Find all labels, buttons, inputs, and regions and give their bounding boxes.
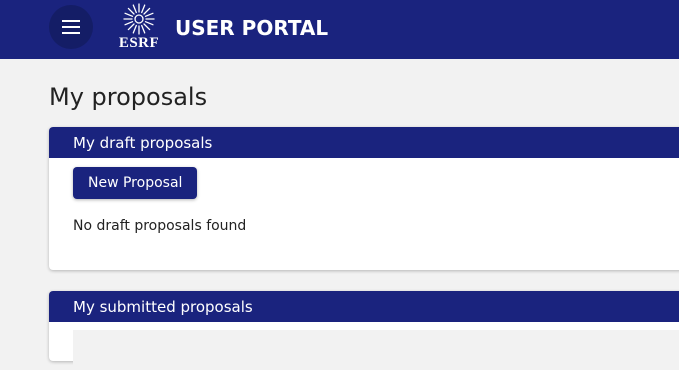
page-title: My proposals: [49, 83, 208, 111]
draft-proposals-header: My draft proposals: [49, 127, 679, 158]
submitted-proposals-header: My submitted proposals: [49, 291, 679, 322]
starburst-icon: [123, 3, 155, 35]
logo-text: ESRF: [118, 35, 160, 51]
empty-drafts-message: No draft proposals found: [73, 218, 247, 234]
submitted-proposals-list: [73, 330, 679, 370]
submitted-proposals-card: My submitted proposals: [49, 291, 679, 370]
draft-proposals-card: My draft proposals New Proposal No draft…: [49, 127, 679, 270]
new-proposal-button[interactable]: New Proposal: [73, 167, 198, 199]
menu-button[interactable]: [49, 5, 93, 49]
top-app-bar: ESRF USER PORTAL: [0, 0, 679, 59]
hamburger-menu-icon: [62, 20, 80, 34]
esrf-logo[interactable]: ESRF: [115, 3, 163, 53]
app-title: USER PORTAL: [175, 16, 329, 40]
